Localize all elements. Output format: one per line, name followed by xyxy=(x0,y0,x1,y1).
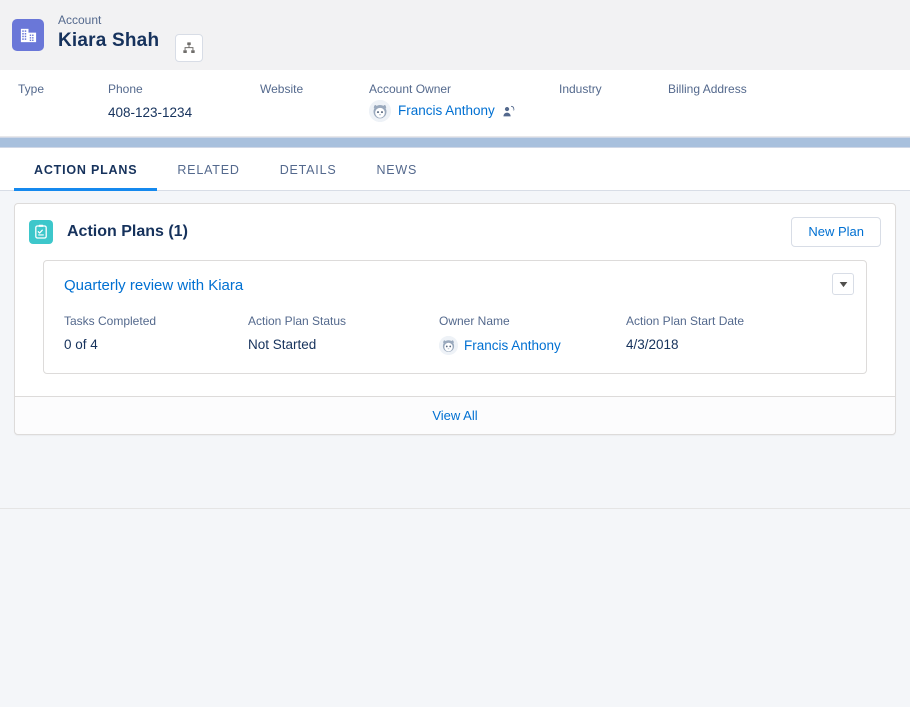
record-tabs: ACTION PLANS RELATED DETAILS NEWS xyxy=(0,148,910,191)
user-avatar xyxy=(369,100,391,122)
card-title: Action Plans (1) xyxy=(67,223,188,241)
field-billing-address: Billing Address xyxy=(668,82,747,104)
tile-field-tasks-completed: Tasks Completed 0 of 4 xyxy=(64,314,248,355)
tile-field-action-plan-status: Action Plan Status Not Started xyxy=(248,314,439,355)
action-plan-list: Quarterly review with Kiara Tasks Comple… xyxy=(15,260,895,396)
field-value: Francis Anthony xyxy=(369,100,515,122)
field-label: Owner Name xyxy=(439,314,626,329)
account-building-icon xyxy=(12,19,44,51)
page-title: Kiara Shah xyxy=(58,29,159,53)
card-header: Action Plans (1) New Plan xyxy=(15,204,895,260)
tab-news[interactable]: NEWS xyxy=(356,163,437,191)
field-label: Action Plan Start Date xyxy=(626,314,806,329)
field-value: 408-123-1234 xyxy=(108,104,192,122)
highlights-detail-row: Type Phone 408-123-1234 Website Account … xyxy=(0,70,910,137)
hierarchy-icon xyxy=(182,41,196,55)
record-header-row: Account Kiara Shah xyxy=(0,12,910,62)
new-plan-button[interactable]: New Plan xyxy=(791,217,881,247)
record-header: Account Kiara Shah xyxy=(0,0,910,70)
field-type: Type xyxy=(18,82,44,104)
field-label: Billing Address xyxy=(668,82,747,97)
action-plan-link[interactable]: Quarterly review with Kiara xyxy=(64,277,243,294)
field-label: Action Plan Status xyxy=(248,314,439,329)
view-hierarchy-button[interactable] xyxy=(175,34,203,62)
field-label: Industry xyxy=(559,82,602,97)
bottom-divider xyxy=(0,508,910,509)
field-value: 0 of 4 xyxy=(64,336,248,354)
action-plan-menu-button[interactable] xyxy=(832,273,854,295)
view-all-link[interactable]: View All xyxy=(432,408,477,423)
section-separator-band xyxy=(0,137,910,148)
view-all-footer[interactable]: View All xyxy=(15,396,895,434)
tile-field-start-date: Action Plan Start Date 4/3/2018 xyxy=(626,314,806,355)
record-header-titles: Account Kiara Shah xyxy=(58,12,159,53)
field-label: Tasks Completed xyxy=(64,314,248,329)
action-plan-fields: Tasks Completed 0 of 4 Action Plan Statu… xyxy=(64,314,846,355)
field-label: Website xyxy=(260,82,303,97)
user-avatar xyxy=(439,336,458,355)
field-label: Phone xyxy=(108,82,192,97)
field-phone: Phone 408-123-1234 xyxy=(108,82,192,122)
tab-action-plans[interactable]: ACTION PLANS xyxy=(14,163,157,191)
field-account-owner: Account Owner Francis Anthony xyxy=(369,82,515,122)
change-owner-icon[interactable] xyxy=(502,105,515,118)
field-industry: Industry xyxy=(559,82,602,104)
action-plans-card: Action Plans (1) New Plan Quarterly revi… xyxy=(14,203,896,435)
chevron-down-icon xyxy=(839,281,848,288)
object-type-label: Account xyxy=(58,12,159,28)
tile-field-owner-name: Owner Name xyxy=(439,314,626,355)
main-content: Action Plans (1) New Plan Quarterly revi… xyxy=(0,191,910,707)
field-website: Website xyxy=(260,82,303,104)
field-label: Type xyxy=(18,82,44,97)
account-owner-link[interactable]: Francis Anthony xyxy=(398,102,495,120)
field-value: 4/3/2018 xyxy=(626,336,806,354)
action-plan-tile: Quarterly review with Kiara Tasks Comple… xyxy=(43,260,867,374)
owner-name-link[interactable]: Francis Anthony xyxy=(464,337,561,355)
field-value: Francis Anthony xyxy=(439,336,626,355)
action-plan-clipboard-icon xyxy=(29,220,53,244)
tab-related[interactable]: RELATED xyxy=(157,163,259,191)
field-label: Account Owner xyxy=(369,82,515,97)
tab-details[interactable]: DETAILS xyxy=(260,163,357,191)
field-value: Not Started xyxy=(248,336,439,354)
